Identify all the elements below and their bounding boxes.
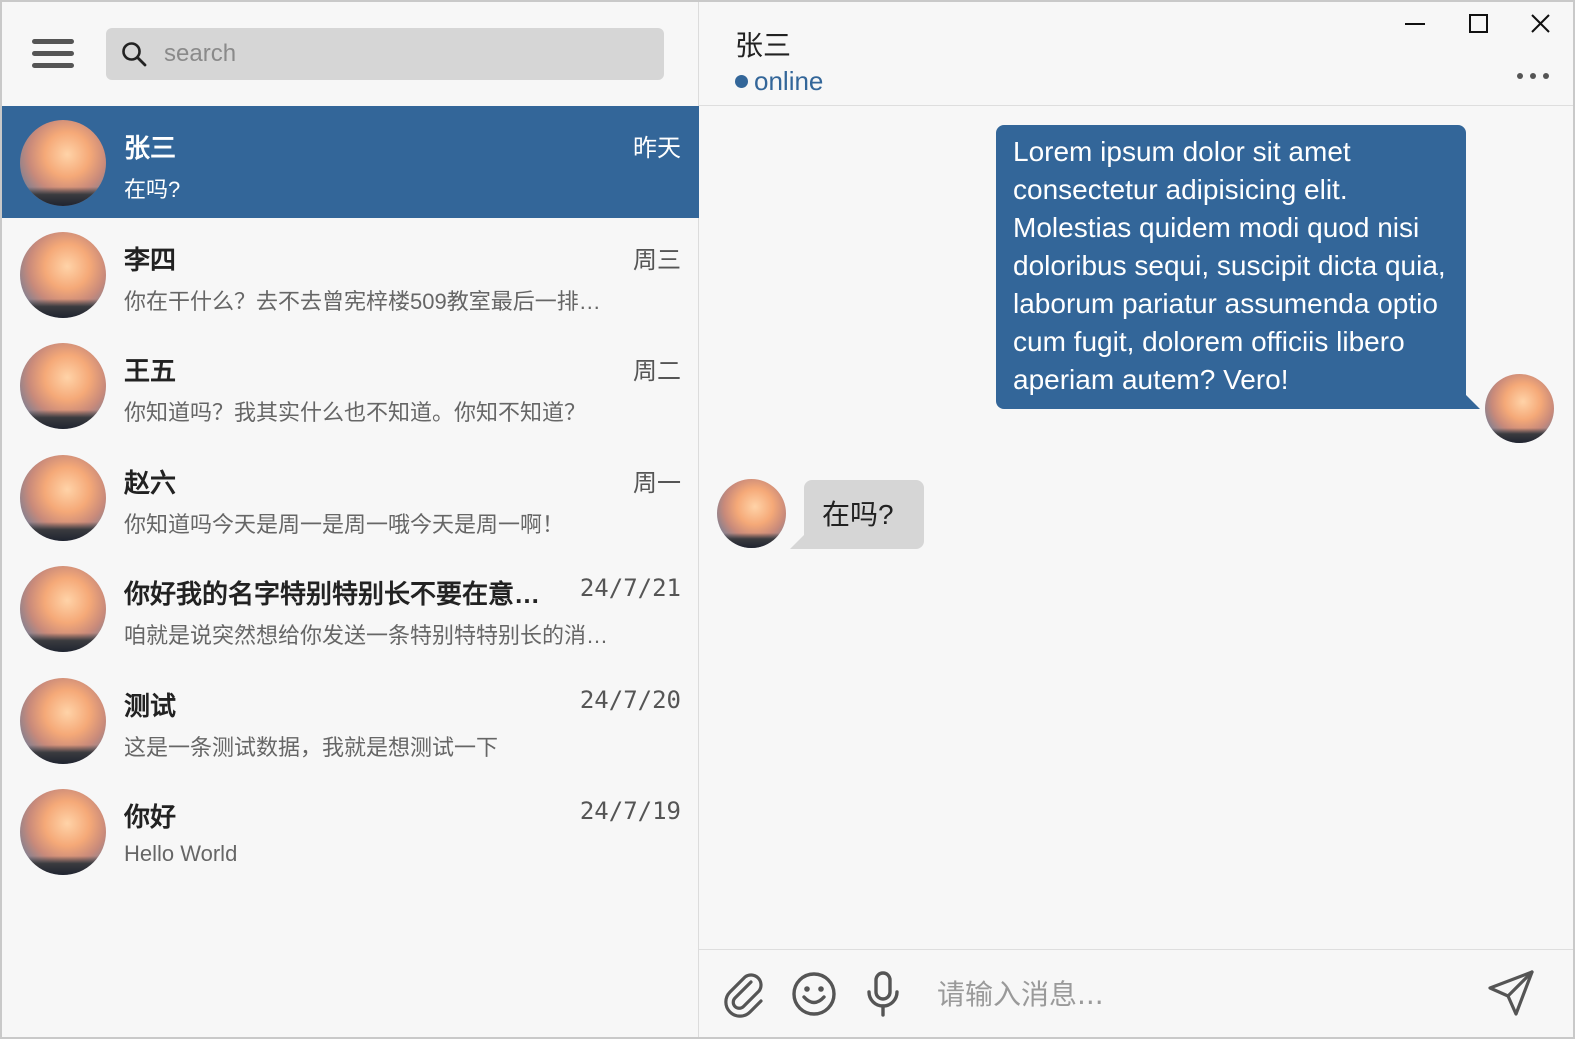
maximize-icon[interactable]	[1458, 10, 1498, 38]
conversation-list: 张三 昨天 在吗? 李四 周三 你在干什么？去不去曾宪梓楼509教室最后一排… …	[2, 106, 699, 887]
message-composer	[699, 949, 1573, 1037]
conversation-preview: 在吗?	[124, 177, 181, 202]
search-icon	[122, 42, 147, 67]
search-box[interactable]	[106, 28, 664, 80]
microphone-icon[interactable]	[859, 970, 907, 1018]
conversation-preview: 你知道吗？我其实什么也不知道。你知不知道？	[124, 400, 587, 425]
close-icon[interactable]	[1520, 10, 1560, 38]
menu-icon[interactable]	[32, 38, 74, 70]
conversation-time: 24/7/21	[579, 574, 681, 602]
status-indicator: online	[735, 66, 823, 97]
avatar	[20, 120, 106, 206]
conversation-name: 测试	[124, 690, 177, 721]
message-input[interactable]	[937, 972, 1457, 1016]
conversation-time: 周一	[633, 468, 681, 497]
conversation-preview: 这是一条测试数据，我就是想测试一下	[124, 734, 499, 760]
minimize-icon[interactable]	[1395, 10, 1435, 38]
chat-header: 张三 online	[699, 2, 1573, 106]
avatar	[20, 789, 106, 875]
conversation-time: 24/7/19	[579, 797, 681, 825]
attachment-icon[interactable]	[721, 970, 769, 1018]
conversation-name: 你好	[124, 802, 177, 832]
emoji-icon[interactable]	[790, 970, 838, 1018]
avatar	[20, 566, 106, 652]
conversation-item[interactable]: 你好 24/7/19 Hello World	[2, 775, 699, 887]
avatar	[20, 343, 106, 429]
conversation-time: 24/7/20	[579, 685, 681, 714]
conversation-item[interactable]: 王五 周二 你知道吗？我其实什么也不知道。你知不知道？	[2, 329, 699, 441]
status-text: online	[754, 66, 824, 96]
conversation-item[interactable]: 你好我的名字特别特别长不要在意… 24/7/21 咱就是说突然想给你发送一条特别…	[2, 552, 699, 664]
more-icon[interactable]	[1515, 70, 1551, 82]
avatar	[20, 231, 106, 318]
conversation-preview: 咱就是说突然想给你发送一条特别特特别长的消…	[124, 623, 609, 648]
conversation-item[interactable]: 赵六 周一 你知道吗今天是周一是周一哦今天是周一啊！	[2, 441, 699, 553]
conversation-item[interactable]: 李四 周三 你在干什么？去不去曾宪梓楼509教室最后一排…	[2, 218, 699, 330]
conversation-item[interactable]: 张三 昨天 在吗?	[2, 106, 699, 218]
chat-title: 张三	[735, 30, 792, 61]
message-area[interactable]: Lorem ipsum dolor sit amet consectetur a…	[699, 106, 1573, 949]
conversation-name: 李四	[124, 244, 177, 275]
app-window: 张三 昨天 在吗? 李四 周三 你在干什么？去不去曾宪梓楼509教室最后一排… …	[0, 0, 1575, 1039]
conversation-name: 你好我的名字特别特别长不要在意…	[124, 579, 541, 609]
conversation-time: 周二	[633, 357, 681, 385]
conversation-name: 王五	[124, 356, 177, 386]
conversation-preview: 你在干什么？去不去曾宪梓楼509教室最后一排…	[124, 288, 601, 314]
conversation-preview: Hello World	[124, 841, 238, 866]
my-avatar	[1485, 374, 1554, 443]
avatar	[20, 454, 106, 541]
conversation-preview: 你知道吗今天是周一是周一哦今天是周一啊！	[124, 511, 565, 537]
conversation-panel: 张三 昨天 在吗? 李四 周三 你在干什么？去不去曾宪梓楼509教室最后一排… …	[2, 2, 699, 1037]
status-dot	[735, 75, 748, 88]
conversation-name: 赵六	[124, 467, 177, 498]
conversation-time: 昨天	[633, 134, 681, 162]
conversation-time: 周三	[633, 245, 681, 274]
contact-avatar	[717, 479, 786, 548]
incoming-message: 在吗?	[790, 480, 924, 549]
avatar	[20, 677, 106, 764]
conversation-header	[2, 2, 699, 106]
conversation-name: 张三	[124, 133, 177, 163]
outgoing-message: Lorem ipsum dolor sit amet consectetur a…	[996, 125, 1480, 409]
conversation-item[interactable]: 测试 24/7/20 这是一条测试数据，我就是想测试一下	[2, 664, 699, 776]
search-input[interactable]	[164, 36, 644, 72]
chat-panel: 张三 online Lorem ipsum dolor sit amet con…	[699, 2, 1573, 1037]
send-icon[interactable]	[1486, 968, 1536, 1018]
